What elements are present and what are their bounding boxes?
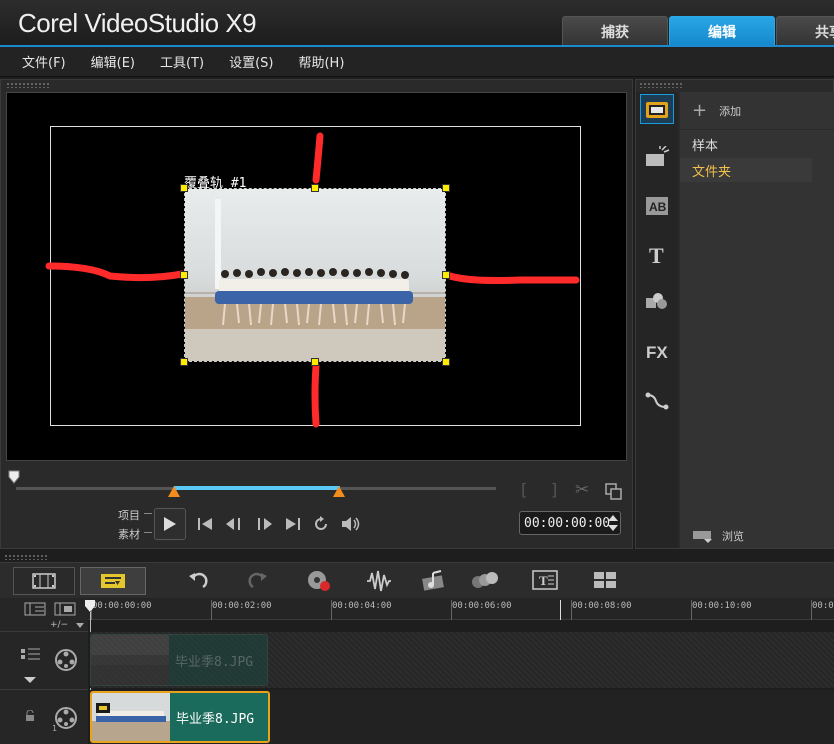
track-divider [0, 689, 88, 690]
overlay-clip-thumbnail [91, 635, 169, 685]
annotation-top [312, 132, 324, 184]
mark-out-handle[interactable] [333, 486, 345, 498]
resize-handle-left[interactable] [180, 271, 188, 279]
ruler-tick-label: 00:00:02:00 [212, 601, 272, 611]
filter-fx-icon[interactable]: FX [640, 336, 674, 366]
folder-item-label: 样本 [692, 138, 719, 154]
mark-in-handle[interactable] [168, 486, 180, 498]
folder-item-label: 文件夹 [692, 164, 732, 180]
play-button[interactable] [154, 508, 186, 540]
folder-item-samples[interactable]: 样本 [680, 132, 812, 156]
timeline-view-icon [101, 574, 125, 588]
track-manager-icon[interactable] [24, 602, 46, 616]
record-capture-icon[interactable] [306, 569, 332, 593]
subtitle-editor-icon[interactable]: T [532, 570, 558, 590]
play-icon [164, 517, 176, 531]
video-clip-block[interactable]: 毕业季8.JPG [90, 691, 270, 743]
mark-out-icon[interactable]: ] [551, 480, 557, 499]
undo-icon[interactable] [187, 570, 209, 592]
zoom-control[interactable]: +/− [50, 620, 68, 630]
storyboard-icon [32, 573, 56, 589]
ruler-tick-label: 00:00:04:00 [332, 601, 392, 611]
annotation-left [45, 262, 186, 282]
annotation-right [446, 272, 580, 284]
overlay-clip-block[interactable]: 毕业季8.JPG [90, 634, 268, 686]
redo-icon[interactable] [247, 570, 269, 592]
go-to-start-icon[interactable] [196, 516, 214, 532]
svg-text:FX: FX [646, 343, 668, 362]
timeline-playhead[interactable] [84, 599, 96, 613]
add-folder-button[interactable]: + 添加 [680, 92, 834, 130]
playhead-handle[interactable] [8, 470, 20, 484]
media-library-icon[interactable] [640, 94, 674, 124]
sound-mixer-icon[interactable] [366, 569, 392, 593]
multi-camera-icon[interactable] [593, 571, 617, 589]
browse-label: 浏览 [722, 530, 744, 543]
graphic-icon[interactable] [640, 286, 674, 316]
video-clip-thumbnail [92, 693, 170, 741]
project-mode-label[interactable]: 项目 [118, 507, 140, 523]
next-frame-icon[interactable] [254, 516, 276, 532]
resize-handle-top-right[interactable] [442, 184, 450, 192]
timeline-grip[interactable] [4, 554, 48, 560]
add-folder-label: 添加 [719, 104, 742, 118]
motion-tracking-icon[interactable] [470, 569, 500, 593]
svg-text:T: T [539, 573, 548, 588]
mark-in-icon[interactable]: [ [521, 480, 527, 499]
instant-project-icon[interactable] [640, 142, 674, 172]
svg-text:AB: AB [649, 200, 667, 214]
ruler-tick-label: 00:00:10:00 [692, 601, 752, 611]
svg-text:T: T [649, 244, 664, 266]
auto-music-icon[interactable] [421, 569, 447, 593]
storyboard-view-button[interactable] [13, 567, 75, 595]
overlay-track-icon[interactable] [54, 648, 78, 672]
resize-handle-bottom-left[interactable] [180, 358, 188, 366]
overlay-clip[interactable] [184, 188, 446, 362]
ruler-tick-label: 00:00:00:00 [92, 601, 152, 611]
overlay-clip-name: 毕业季8.JPG [169, 635, 267, 685]
timecode-stepper-icon[interactable] [607, 513, 619, 533]
go-to-end-icon[interactable] [284, 516, 302, 532]
ruler-tick-label: 00:00:12:00 [812, 601, 834, 611]
title-icon[interactable]: T [640, 240, 674, 270]
timecode-value: 00:00:00:00 [524, 515, 611, 531]
library-grip[interactable] [639, 82, 683, 88]
path-icon[interactable] [640, 385, 674, 415]
repeat-icon[interactable] [312, 515, 330, 533]
video-clip-name: 毕业季8.JPG [170, 693, 268, 741]
chapter-point-icon[interactable] [54, 602, 76, 616]
ruler-tick-label: 00:00:08:00 [572, 601, 632, 611]
folder-item-folder[interactable]: 文件夹 [680, 158, 812, 182]
clip-mode-dash [144, 532, 152, 533]
add-icon: + [692, 100, 708, 121]
annotation-bottom [311, 362, 320, 428]
timeline-position-marker [560, 600, 561, 620]
resize-handle-top-left[interactable] [180, 184, 188, 192]
resize-handle-bottom-right[interactable] [442, 358, 450, 366]
zoom-dropdown-icon[interactable] [76, 623, 84, 629]
project-mode-dash [144, 513, 152, 514]
previous-frame-icon[interactable] [224, 516, 246, 532]
browse-icon [693, 531, 712, 543]
trim-selection [174, 486, 340, 490]
volume-icon[interactable] [340, 515, 362, 533]
timecode-field[interactable]: 00:00:00:00 [519, 511, 621, 535]
resize-handle-bottom[interactable] [311, 358, 319, 366]
resize-handle-right[interactable] [442, 271, 450, 279]
track-divider [0, 631, 88, 632]
transition-icon[interactable]: AB [640, 191, 674, 221]
copy-clip-icon[interactable] [604, 482, 622, 500]
ripple-editing-icon[interactable] [20, 646, 42, 662]
timeline-view-button[interactable] [80, 567, 146, 595]
video-track-icon[interactable] [54, 706, 78, 730]
ruler-tick-label: 00:00:06:00 [452, 601, 512, 611]
dance-class-photo [185, 189, 445, 361]
browse-button[interactable]: 浏览 [680, 524, 834, 548]
clip-mode-label[interactable]: 素材 [118, 526, 140, 542]
resize-handle-top[interactable] [311, 184, 319, 192]
track-lock-icon[interactable] [24, 710, 36, 722]
track-expand-icon[interactable] [24, 676, 36, 684]
split-clip-icon[interactable]: ✂ [575, 480, 589, 500]
